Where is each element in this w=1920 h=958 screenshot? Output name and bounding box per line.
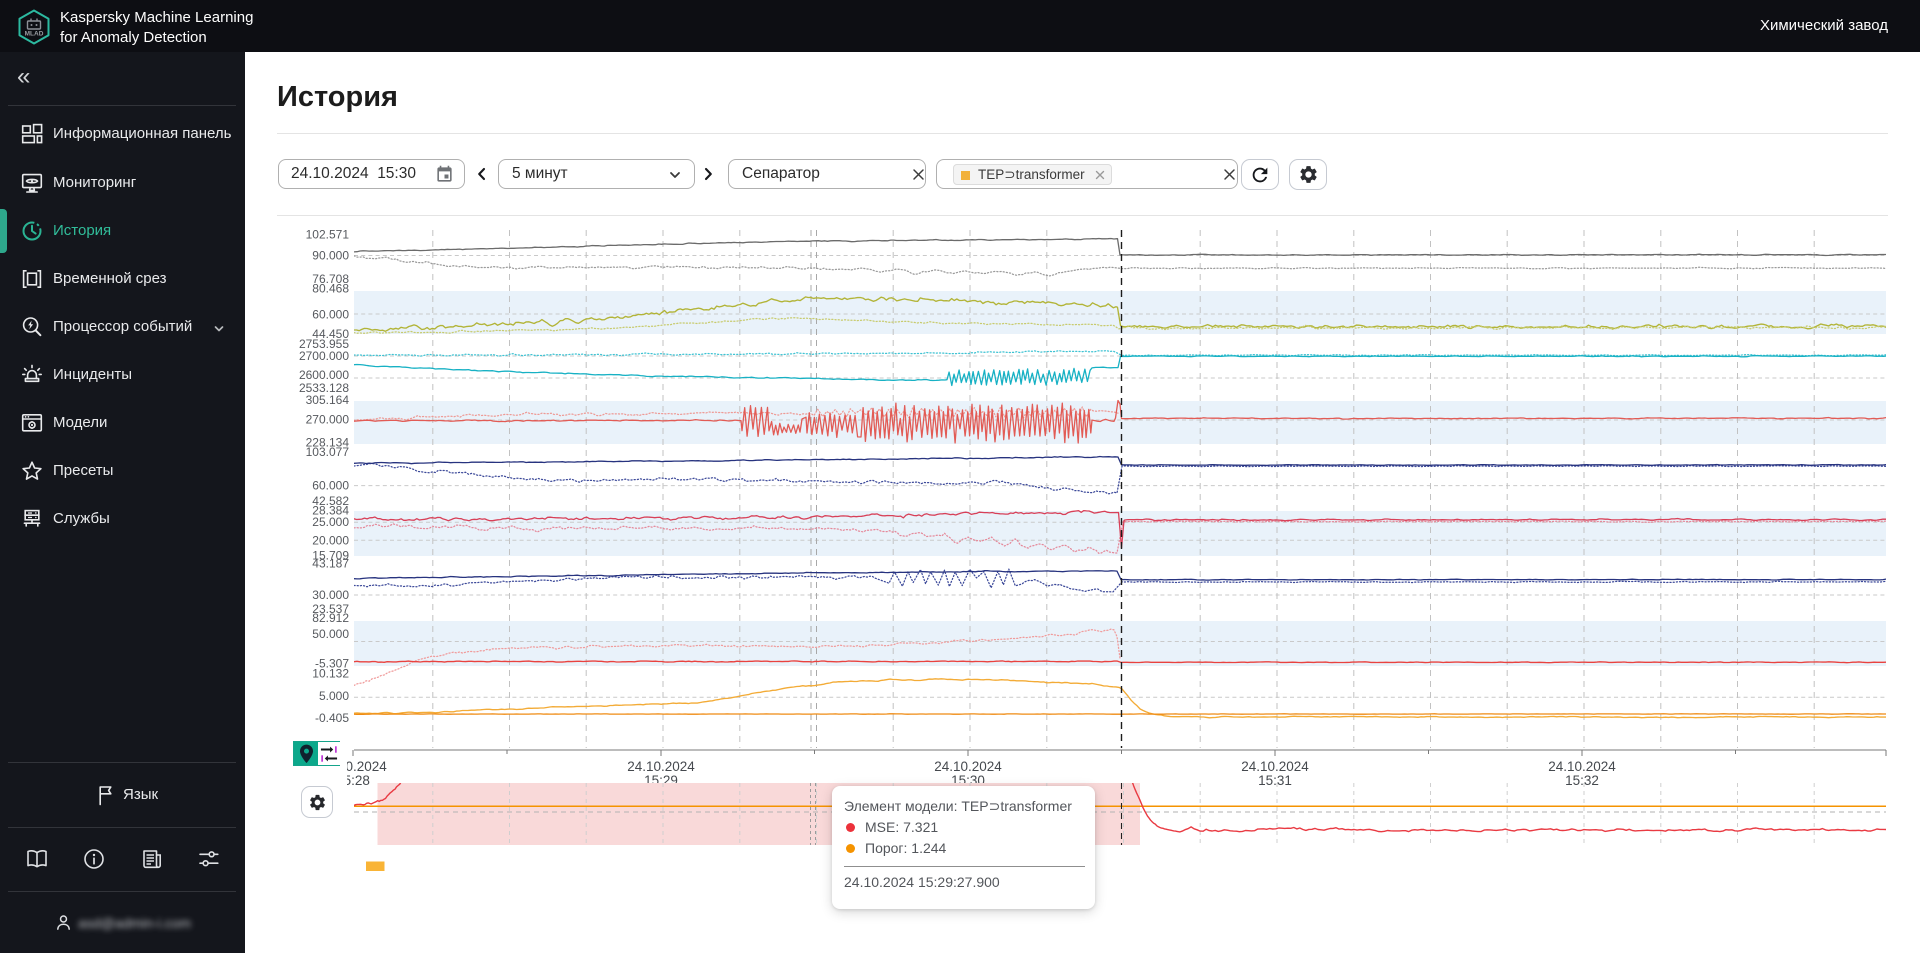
svg-text:102.571: 102.571 (306, 228, 350, 242)
svg-text:43.187: 43.187 (312, 557, 349, 571)
svg-text:MLAD: MLAD (25, 31, 44, 38)
svg-text:24.10.2024: 24.10.2024 (627, 759, 695, 774)
svg-text:60.000: 60.000 (312, 308, 349, 322)
svg-text:25.000: 25.000 (312, 515, 349, 529)
svg-text:103.077: 103.077 (306, 445, 350, 459)
svg-text:60.000: 60.000 (312, 479, 349, 493)
svg-text:-0.405: -0.405 (315, 711, 349, 725)
svg-text:15:28: 15:28 (336, 773, 370, 788)
svg-text:2700.000: 2700.000 (299, 349, 349, 363)
svg-text:15:32: 15:32 (1565, 773, 1599, 788)
svg-text:270.000: 270.000 (306, 412, 350, 426)
svg-text:50.000: 50.000 (312, 627, 349, 641)
svg-text:24.10.2024: 24.10.2024 (934, 759, 1002, 774)
svg-text:15:31: 15:31 (1258, 773, 1292, 788)
svg-text:10.132: 10.132 (312, 666, 349, 680)
svg-text:2600.000: 2600.000 (299, 368, 349, 382)
svg-text:82.912: 82.912 (312, 611, 349, 625)
svg-text:24.10.2024: 24.10.2024 (1241, 759, 1309, 774)
svg-text:30.000: 30.000 (312, 588, 349, 602)
svg-text:80.468: 80.468 (312, 282, 349, 296)
svg-text:20.000: 20.000 (312, 533, 349, 547)
svg-text:90.000: 90.000 (312, 249, 349, 263)
svg-text:24.10.2024: 24.10.2024 (1548, 759, 1616, 774)
svg-text:5.000: 5.000 (319, 689, 349, 703)
svg-text:305.164: 305.164 (306, 393, 350, 407)
